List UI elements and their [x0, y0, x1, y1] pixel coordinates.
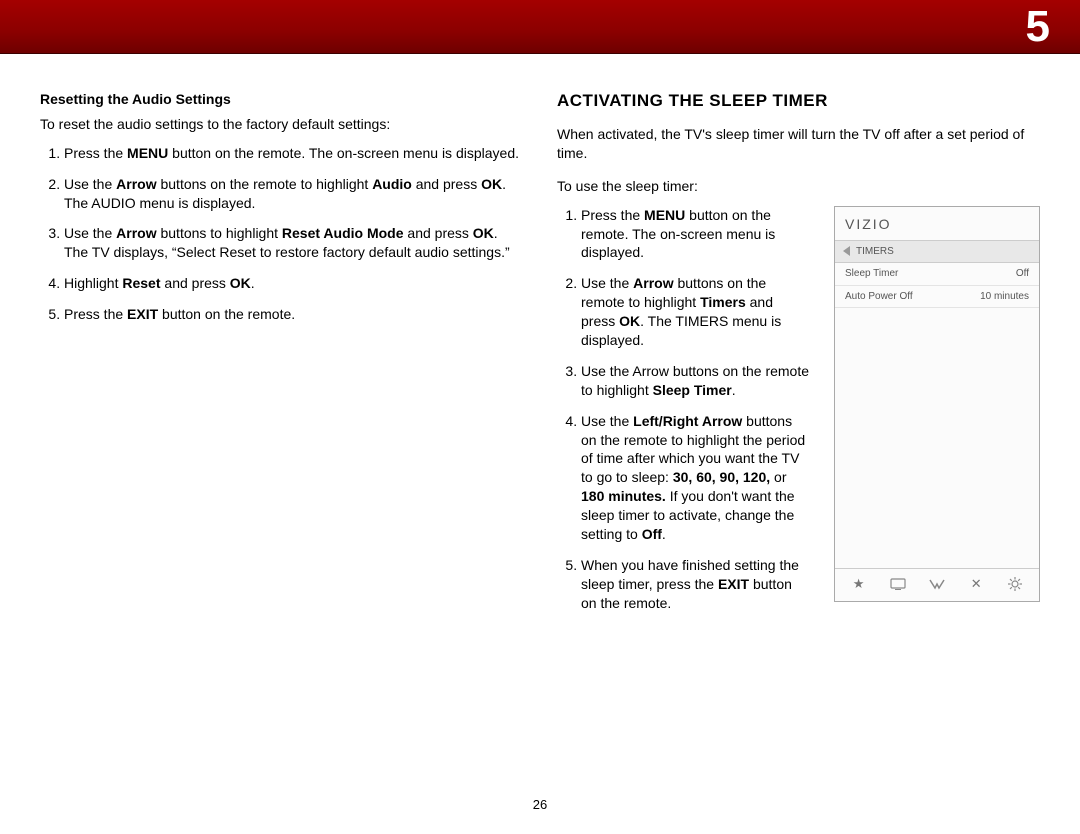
- chapter-header: 5: [0, 0, 1080, 54]
- step-item: Use the Arrow buttons on the remote to h…: [64, 175, 523, 213]
- step-item: When you have finished setting the sleep…: [581, 556, 814, 613]
- osd-breadcrumb: TIMERS: [835, 241, 1039, 264]
- osd-crumb-label: TIMERS: [856, 245, 894, 259]
- left-column: Resetting the Audio Settings To reset th…: [40, 90, 523, 625]
- page-number: 26: [0, 796, 1080, 814]
- step-item: Use the Arrow buttons to highlight Reset…: [64, 224, 523, 262]
- step-item: Highlight Reset and press OK.: [64, 274, 523, 293]
- chapter-number: 5: [1026, 0, 1050, 54]
- osd-row-value: Off: [1016, 267, 1029, 281]
- left-intro: To reset the audio settings to the facto…: [40, 115, 523, 134]
- left-steps: Press the MENU button on the remote. The…: [40, 144, 523, 324]
- tv-icon: [886, 578, 910, 590]
- right-intro: When activated, the TV's sleep timer wil…: [557, 125, 1040, 163]
- osd-panel: VIZIO TIMERS Sleep Timer Off Auto Power Of…: [834, 206, 1040, 602]
- back-icon: [843, 246, 850, 256]
- osd-row-label: Sleep Timer: [845, 267, 898, 281]
- right-steps: Press the MENU button on the remote. The…: [557, 206, 814, 613]
- step-item: Press the MENU button on the remote. The…: [64, 144, 523, 163]
- step-item: Use the Left/Right Arrow buttons on the …: [581, 412, 814, 544]
- step-item: Use the Arrow buttons on the remote to h…: [581, 362, 814, 400]
- step-item: Press the MENU button on the remote. The…: [581, 206, 814, 263]
- left-heading: Resetting the Audio Settings: [40, 90, 523, 109]
- section-title: ACTIVATING THE SLEEP TIMER: [557, 90, 1040, 113]
- close-icon: ✕: [964, 575, 988, 593]
- right-column: ACTIVATING THE SLEEP TIMER When activate…: [557, 90, 1040, 625]
- right-lead: To use the sleep timer:: [557, 177, 1040, 196]
- osd-row-label: Auto Power Off: [845, 290, 913, 304]
- osd-footer: ★ ✕: [835, 568, 1039, 601]
- osd-empty-space: [835, 308, 1039, 568]
- osd-brand: VIZIO: [835, 207, 1039, 241]
- step-item: Press the EXIT button on the remote.: [64, 305, 523, 324]
- osd-row-value: 10 minutes: [980, 290, 1029, 304]
- right-body: Press the MENU button on the remote. The…: [557, 206, 1040, 625]
- osd-row: Sleep Timer Off: [835, 263, 1039, 286]
- page-body: Resetting the Audio Settings To reset th…: [0, 54, 1080, 625]
- osd-row: Auto Power Off 10 minutes: [835, 286, 1039, 309]
- right-steps-wrap: Press the MENU button on the remote. The…: [557, 206, 814, 625]
- star-icon: ★: [847, 575, 871, 593]
- step-item: Use the Arrow buttons on the remote to h…: [581, 274, 814, 350]
- gear-icon: [1003, 577, 1027, 591]
- v-icon: [925, 578, 949, 590]
